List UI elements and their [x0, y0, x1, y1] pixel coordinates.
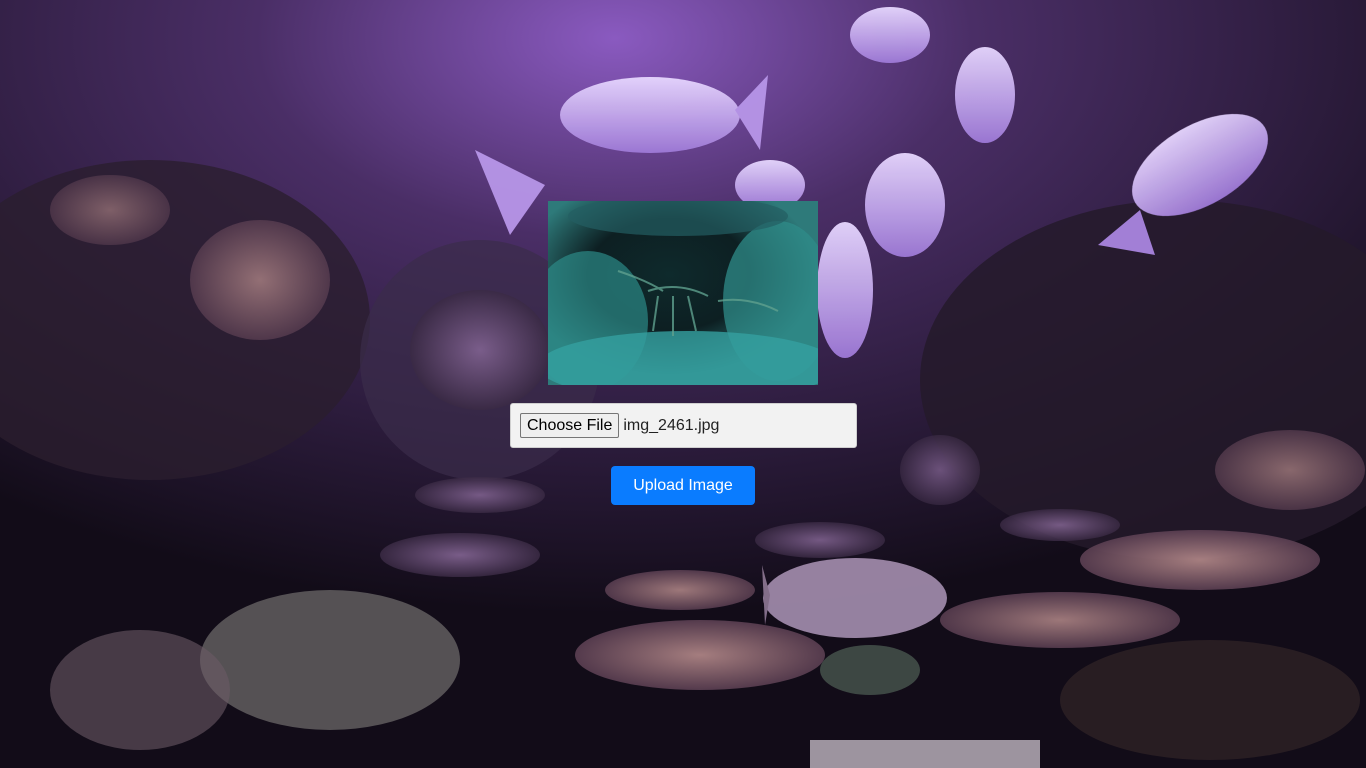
choose-file-button[interactable]: Choose File	[520, 413, 620, 438]
selected-file-name: img_2461.jpg	[623, 416, 720, 434]
image-preview	[548, 201, 818, 385]
page: Choose File img_2461.jpg Upload Image	[0, 0, 1366, 768]
lobster-preview-image	[548, 201, 818, 385]
upload-image-button[interactable]: Upload Image	[611, 466, 755, 505]
file-input[interactable]: Choose File img_2461.jpg	[510, 403, 857, 448]
